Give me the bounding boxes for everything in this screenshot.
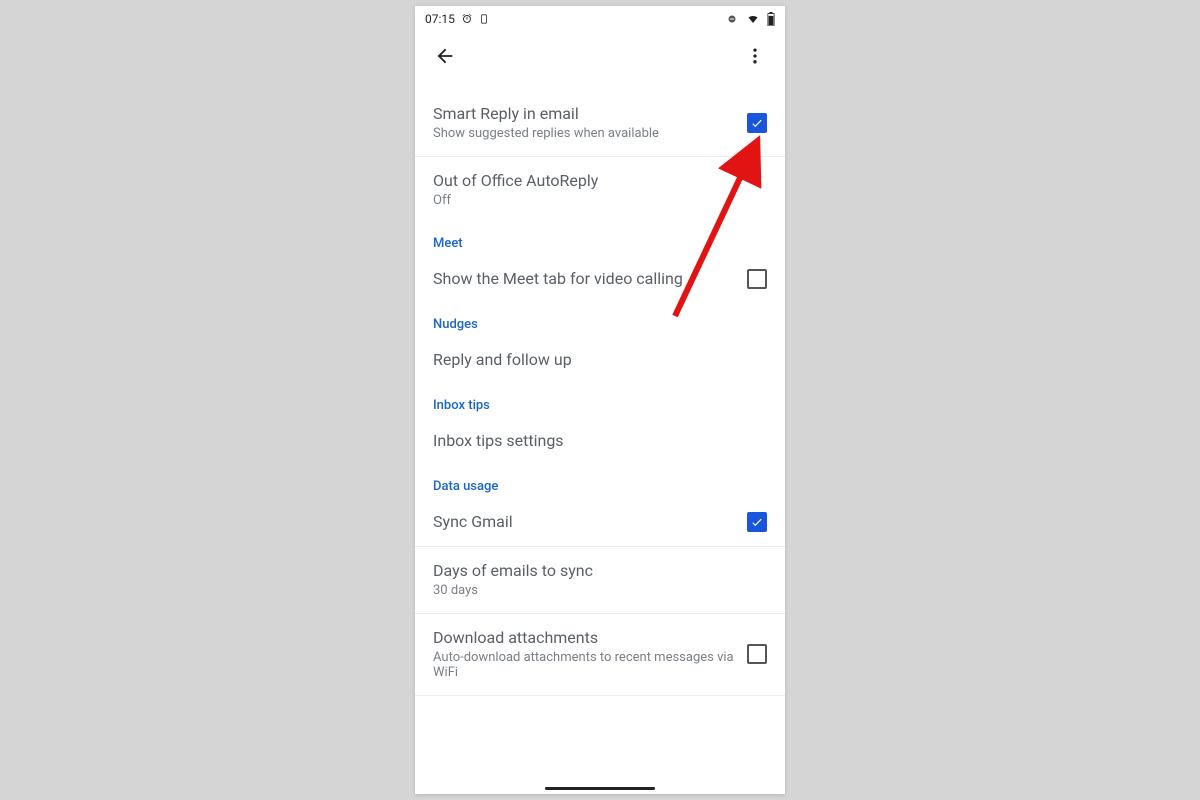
section-header-meet: Meet <box>415 222 785 255</box>
status-time: 07:15 <box>425 12 455 26</box>
setting-subtitle: Show suggested replies when available <box>433 126 737 142</box>
settings-list: Smart Reply in email Show suggested repl… <box>415 80 785 696</box>
setting-title: Download attachments <box>433 628 737 648</box>
setting-days-sync[interactable]: Days of emails to sync 30 days <box>415 547 785 614</box>
setting-title: Days of emails to sync <box>433 561 757 581</box>
setting-download-attachments[interactable]: Download attachments Auto-download attac… <box>415 614 785 696</box>
setting-subtitle: Off <box>433 193 757 209</box>
battery-icon <box>767 12 775 26</box>
setting-reply-follow-up[interactable]: Reply and follow up <box>415 336 785 384</box>
wifi-icon <box>745 13 761 25</box>
setting-inbox-tips[interactable]: Inbox tips settings <box>415 417 785 465</box>
setting-title: Sync Gmail <box>433 512 737 532</box>
checkbox-download-attachments[interactable] <box>747 644 767 664</box>
setting-subtitle: Auto-download attachments to recent mess… <box>433 650 737 681</box>
checkbox-meet-tab[interactable] <box>747 269 767 289</box>
checkbox-sync-gmail[interactable] <box>747 512 767 532</box>
phone-frame: 07:15 <box>415 6 785 794</box>
section-header-nudges: Nudges <box>415 303 785 336</box>
setting-title: Smart Reply in email <box>433 104 737 124</box>
setting-title: Out of Office AutoReply <box>433 171 757 191</box>
back-button[interactable] <box>427 38 463 74</box>
setting-title: Inbox tips settings <box>433 431 757 451</box>
home-indicator <box>545 787 655 790</box>
section-header-inbox-tips: Inbox tips <box>415 384 785 417</box>
arrow-back-icon <box>434 45 456 67</box>
setting-title: Reply and follow up <box>433 350 757 370</box>
status-bar: 07:15 <box>415 6 785 32</box>
alarm-icon <box>461 13 473 25</box>
overflow-menu-button[interactable] <box>737 38 773 74</box>
device-icon <box>479 13 489 25</box>
setting-subtitle: 30 days <box>433 583 757 599</box>
app-bar <box>415 32 785 80</box>
setting-title: Show the Meet tab for video calling <box>433 269 737 289</box>
checkbox-smart-reply[interactable] <box>747 113 767 133</box>
dnd-icon <box>725 13 739 25</box>
setting-out-of-office[interactable]: Out of Office AutoReply Off <box>415 157 785 223</box>
setting-smart-reply[interactable]: Smart Reply in email Show suggested repl… <box>415 80 785 157</box>
setting-sync-gmail[interactable]: Sync Gmail <box>415 498 785 547</box>
dots-vertical-icon <box>745 46 765 66</box>
setting-meet-tab[interactable]: Show the Meet tab for video calling <box>415 255 785 303</box>
section-header-data-usage: Data usage <box>415 465 785 498</box>
